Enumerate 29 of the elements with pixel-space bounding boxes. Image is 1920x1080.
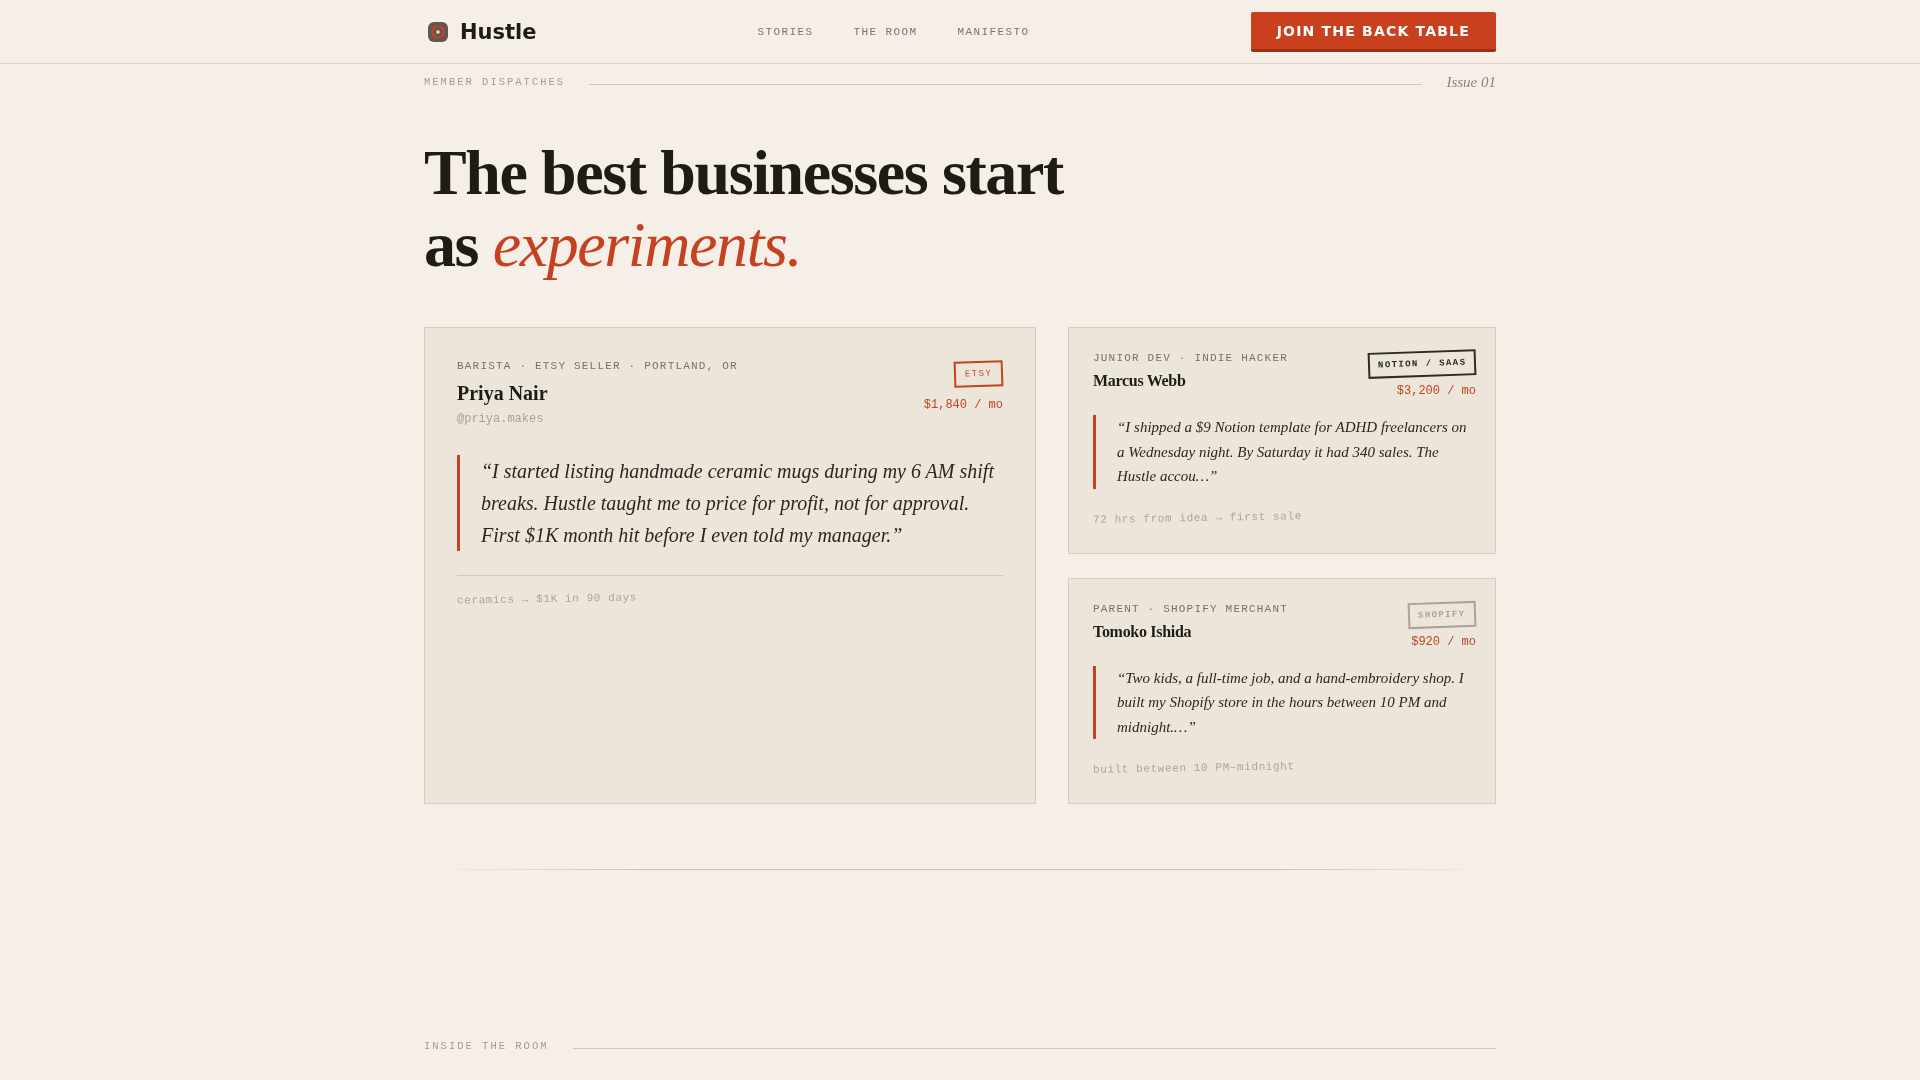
member-name: Tomoko Ishida [1093, 621, 1192, 642]
section-label: INSIDE THE ROOM [424, 1040, 549, 1052]
milestone-note: ceramics → $1K in 90 days [456, 590, 638, 608]
revenue-label: $1,840 / mo [923, 398, 1003, 412]
revenue-label: $3,200 / mo [1396, 384, 1476, 398]
join-button[interactable]: JOIN THE BACK TABLE [1250, 11, 1496, 52]
testimonial-quote: “I started listing handmade ceramic mugs during my 6 AM shift breaks. Hustle taught me to price for profit, not for approval. First $1K month hit before I even told my manager.” [457, 455, 1003, 551]
platform-tag: SHOPIFY [1407, 600, 1477, 629]
headline: The best businesses start as experiments. [424, 137, 1065, 281]
emblem-icon [428, 21, 448, 42]
revenue-label: $920 / mo [1411, 634, 1476, 649]
role-label: PARENT · SHOPIFY MERCHANT [1093, 601, 1289, 616]
role-label: JUNIOR DEV · INDIE HACKER [1093, 351, 1289, 365]
member-name: Priya Nair [457, 381, 548, 405]
nav-link[interactable]: MANIFESTO [957, 25, 1030, 38]
platform-tag: ETSY [953, 360, 1004, 388]
testimonial-quote: “Two kids, a full-time job, and a hand-embroidery shop. I built my Shopify store in the hours between 10 PM and midnight.…” [1093, 665, 1476, 739]
milestone-note: built between 10 PM–midnight [1092, 759, 1295, 777]
member-handle: @priya.makes [457, 411, 544, 427]
milestone-note: 72 hrs from idea → first sale [1092, 508, 1302, 527]
nav-link[interactable]: THE ROOM [853, 25, 918, 38]
role-label: BARISTA · ETSY SELLER · PORTLAND, OR [457, 359, 738, 373]
section-label: MEMBER DISPATCHES [424, 76, 566, 88]
member-name: Marcus Webb [1093, 371, 1186, 391]
nav-link[interactable]: STORIES [757, 25, 814, 38]
platform-tag: NOTION / SAAS [1367, 349, 1477, 379]
brand-link[interactable]: Hustle [424, 19, 537, 44]
issue-label: Issue 01 [1446, 73, 1496, 91]
testimonial-quote: “I shipped a $9 Notion template for ADHD freelancers on a Wednesday night. By Saturday it had 340 sales. The Hustle accou…” [1093, 415, 1476, 489]
